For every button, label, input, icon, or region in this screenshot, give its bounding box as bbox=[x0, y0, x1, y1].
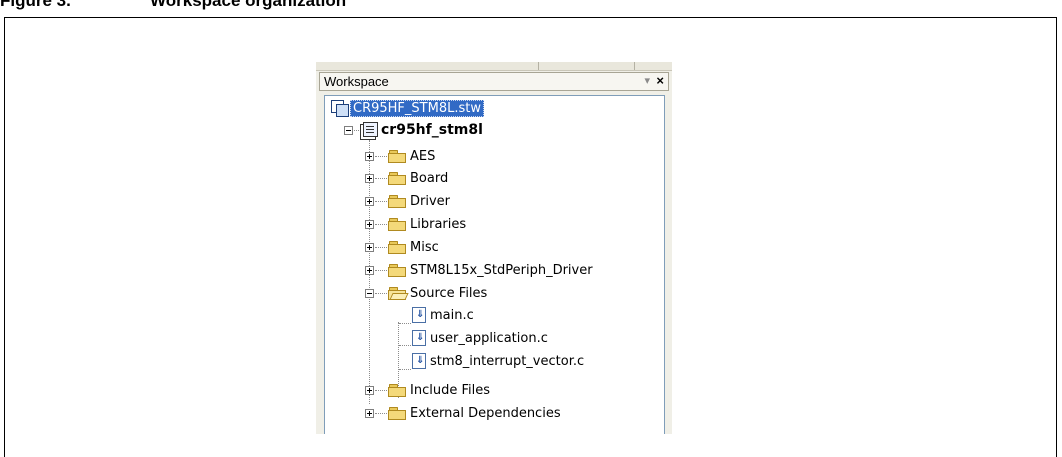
tree-item-workspace[interactable]: CR95HF_STM8L.stw bbox=[331, 97, 484, 119]
workspace-icon bbox=[331, 100, 349, 117]
tree-connector bbox=[399, 369, 411, 370]
source-file-icon: ⇓ bbox=[412, 330, 426, 346]
folder-label: Board bbox=[410, 170, 449, 186]
tree-connector bbox=[375, 390, 387, 391]
tree-connector bbox=[375, 293, 387, 294]
folder-label: Source Files bbox=[410, 285, 488, 301]
tree-item-folder[interactable]: Misc bbox=[388, 236, 439, 258]
panel-menu-icon[interactable]: ▾ bbox=[644, 74, 650, 87]
expand-folder-toggle[interactable] bbox=[365, 266, 374, 275]
folder-icon bbox=[388, 171, 406, 185]
figure-title: Workspace organization bbox=[150, 0, 347, 10]
tree-item-project[interactable]: cr95hf_stm8l bbox=[360, 119, 483, 141]
tree-item-file[interactable]: ⇓ stm8_interrupt_vector.c bbox=[412, 350, 584, 372]
folder-icon bbox=[388, 406, 406, 420]
tree-connector bbox=[399, 345, 411, 346]
file-label: main.c bbox=[430, 307, 474, 323]
tree-connector bbox=[375, 178, 387, 179]
tree-connector bbox=[399, 323, 411, 324]
tree-connector bbox=[375, 156, 387, 157]
folder-label: AES bbox=[410, 148, 436, 164]
folder-label: Driver bbox=[410, 193, 451, 209]
tree-item-folder[interactable]: Libraries bbox=[388, 213, 466, 235]
workspace-panel-titlebar[interactable]: Workspace ▾ × bbox=[319, 72, 669, 91]
folder-label: Include Files bbox=[410, 382, 490, 398]
toolbar-separator bbox=[538, 62, 539, 70]
workspace-file-label: CR95HF_STM8L.stw bbox=[350, 99, 484, 117]
project-label: cr95hf_stm8l bbox=[381, 122, 483, 138]
figure-frame: Workspace ▾ × CR95HF_STM8L.stw cr95hf_st… bbox=[4, 17, 1057, 457]
open-folder-icon bbox=[388, 286, 409, 300]
tree-item-folder[interactable]: AES bbox=[388, 145, 435, 167]
expand-folder-toggle[interactable] bbox=[365, 243, 374, 252]
tree-connector bbox=[375, 413, 387, 414]
folder-label: Libraries bbox=[410, 216, 467, 232]
tree-item-folder[interactable]: STM8L15x_StdPeriph_Driver bbox=[388, 259, 593, 281]
tree-item-file[interactable]: ⇓ main.c bbox=[412, 304, 474, 326]
expand-folder-toggle[interactable] bbox=[365, 152, 374, 161]
figure-caption: Figure 3. Workspace organization bbox=[0, 0, 346, 11]
tree-connector bbox=[375, 247, 387, 248]
tree-item-folder[interactable]: Board bbox=[388, 167, 448, 189]
expand-folder-toggle[interactable] bbox=[365, 220, 374, 229]
tree-item-folder[interactable]: Driver bbox=[388, 190, 450, 212]
tree-item-folder[interactable]: External Dependencies bbox=[388, 402, 561, 424]
file-label: user_application.c bbox=[430, 330, 548, 346]
folder-icon bbox=[388, 263, 406, 277]
source-file-icon: ⇓ bbox=[412, 307, 426, 323]
collapse-folder-toggle[interactable] bbox=[365, 289, 374, 298]
tree-item-folder-open[interactable]: Source Files bbox=[388, 282, 487, 304]
tree-connector bbox=[375, 270, 387, 271]
tree-item-file[interactable]: ⇓ user_application.c bbox=[412, 327, 548, 349]
tree-connector bbox=[375, 224, 387, 225]
folder-icon bbox=[388, 240, 406, 254]
workspace-screenshot: Workspace ▾ × CR95HF_STM8L.stw cr95hf_st… bbox=[316, 62, 672, 434]
folder-label: Misc bbox=[410, 239, 439, 255]
expand-folder-toggle[interactable] bbox=[365, 386, 374, 395]
folder-icon bbox=[388, 149, 406, 163]
folder-icon bbox=[388, 217, 406, 231]
folder-icon bbox=[388, 383, 406, 397]
toolbar-strip bbox=[316, 62, 672, 71]
tree-connector bbox=[375, 201, 387, 202]
folder-label: External Dependencies bbox=[410, 405, 561, 421]
collapse-project-toggle[interactable] bbox=[344, 126, 353, 135]
tree-item-folder[interactable]: Include Files bbox=[388, 379, 490, 401]
folder-label: STM8L15x_StdPeriph_Driver bbox=[410, 262, 593, 278]
workspace-tree[interactable]: CR95HF_STM8L.stw cr95hf_stm8l AES Board … bbox=[324, 95, 665, 434]
panel-title: Workspace bbox=[324, 74, 389, 89]
expand-folder-toggle[interactable] bbox=[365, 409, 374, 418]
folder-icon bbox=[388, 194, 406, 208]
expand-folder-toggle[interactable] bbox=[365, 197, 374, 206]
file-label: stm8_interrupt_vector.c bbox=[430, 353, 585, 369]
expand-folder-toggle[interactable] bbox=[365, 174, 374, 183]
close-icon[interactable]: × bbox=[656, 73, 664, 88]
project-icon bbox=[360, 121, 378, 140]
toolbar-separator bbox=[634, 62, 635, 70]
figure-number: Figure 3. bbox=[0, 0, 71, 10]
source-file-icon: ⇓ bbox=[412, 353, 426, 369]
